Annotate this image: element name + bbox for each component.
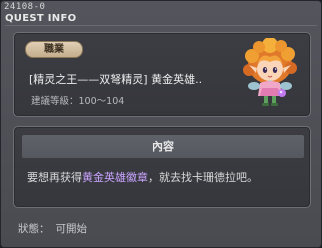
- fairy-npc-avatar-icon: [243, 38, 297, 106]
- content-text-after: ，就去找卡珊德拉吧。: [148, 171, 258, 184]
- recommended-level-range: 100～104: [78, 96, 125, 107]
- title-divider: [5, 25, 317, 26]
- quest-name: [精灵之王——双弩精灵] 黄金英雄..: [29, 73, 203, 86]
- quest-header-panel: 職業 [精灵之王——双弩精灵] 黄金英雄.. 建議等級：100～104: [13, 32, 311, 117]
- job-badge: 職業: [25, 41, 83, 58]
- quest-status: 狀態： 可開始: [18, 221, 87, 236]
- quest-id: 24108-0: [4, 2, 46, 12]
- content-text-before: 要想再获得: [27, 171, 82, 184]
- quest-info-window: 24108-0 QUEST INFO 職業 [精灵之王——双弩精灵] 黄金英雄.…: [0, 0, 322, 248]
- window-title: QUEST INFO: [5, 13, 77, 24]
- status-label: 狀態：: [18, 223, 50, 235]
- content-header: 內容: [21, 134, 305, 159]
- recommended-level: 建議等級：100～104: [31, 93, 124, 107]
- recommended-level-label: 建議等級：: [31, 96, 79, 107]
- quest-content-panel: 內容 要想再获得黄金英雄徽章，就去找卡珊德拉吧。: [13, 126, 311, 208]
- content-description: 要想再获得黄金英雄徽章，就去找卡珊德拉吧。: [27, 169, 258, 185]
- highlighted-item: 黄金英雄徽章: [82, 171, 148, 184]
- status-value: 可開始: [55, 223, 88, 235]
